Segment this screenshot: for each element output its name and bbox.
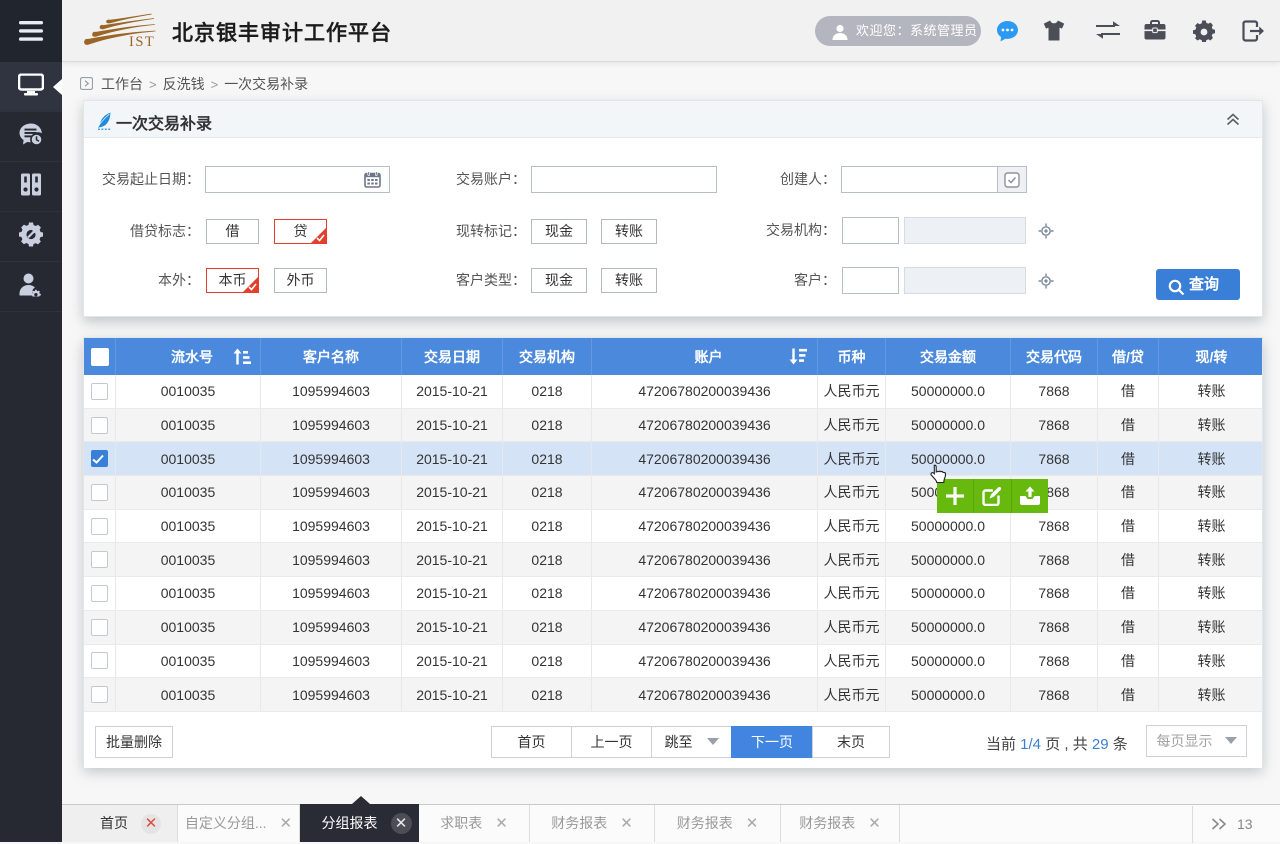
svg-text:IST: IST <box>129 34 155 49</box>
